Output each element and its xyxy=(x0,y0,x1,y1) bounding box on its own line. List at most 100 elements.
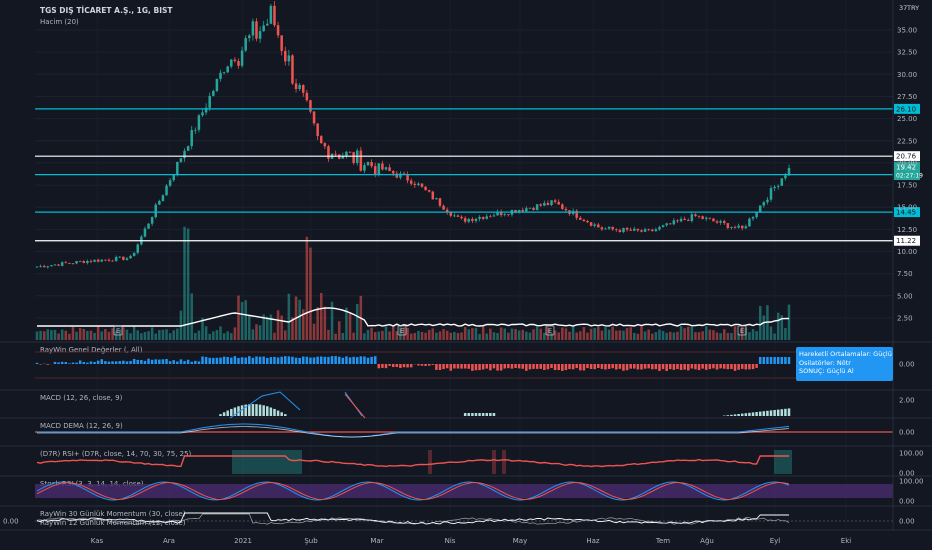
candle-body xyxy=(521,210,525,212)
raywin-bar xyxy=(345,356,348,364)
raywin-bar xyxy=(449,364,453,371)
candle-body xyxy=(96,259,100,262)
candle-body xyxy=(366,162,370,166)
volume-bar xyxy=(251,329,255,340)
candle-body xyxy=(640,230,643,232)
time-tick-label: Şub xyxy=(304,537,318,545)
volume-bar xyxy=(132,326,136,340)
raywin-bar xyxy=(669,364,672,370)
volume-bar xyxy=(309,247,312,340)
candle-body xyxy=(39,265,42,267)
raywin-bar xyxy=(564,364,568,371)
raywin-bar xyxy=(543,364,546,371)
macd-bar xyxy=(226,410,229,416)
volume-bar xyxy=(661,330,665,340)
candle-body xyxy=(485,216,489,219)
candle-body xyxy=(384,167,388,170)
volume-bar xyxy=(78,328,82,340)
raywin-bar xyxy=(769,357,773,364)
volume-bar xyxy=(237,295,240,340)
raywin-bar xyxy=(730,364,733,369)
raywin-bar xyxy=(697,364,701,371)
candle-body xyxy=(104,259,107,261)
candle-body xyxy=(435,198,438,200)
volume-bar xyxy=(377,331,381,340)
candle-body xyxy=(71,263,75,265)
raywin-bar xyxy=(748,364,751,370)
candle-body xyxy=(701,216,704,219)
raywin-bar xyxy=(204,356,208,364)
macd-bar xyxy=(478,413,481,416)
candle-body xyxy=(348,151,352,153)
raywin-bar xyxy=(341,357,345,364)
volume-bar xyxy=(341,332,345,340)
raywin-bar xyxy=(510,364,514,369)
currency-label: TRY xyxy=(906,4,919,12)
volume-bar xyxy=(712,330,715,340)
raywin-bar xyxy=(161,359,165,364)
volume-bar xyxy=(86,330,89,340)
volume-bar xyxy=(111,328,114,340)
volume-bar xyxy=(604,327,607,340)
volume-bar xyxy=(690,326,694,340)
volume-bar xyxy=(625,328,629,340)
volume-bar xyxy=(204,326,208,340)
volume-bar xyxy=(758,306,762,340)
candle-body xyxy=(532,207,535,210)
raywin-bar xyxy=(78,360,82,364)
volume-bar xyxy=(183,226,186,340)
volume-bar xyxy=(658,329,661,340)
raywin-bar xyxy=(607,364,611,369)
rsi-oversold-marker xyxy=(428,450,432,474)
raywin-bar xyxy=(309,357,312,364)
macd-bar xyxy=(471,413,474,416)
candle-body xyxy=(114,257,118,261)
candle-body xyxy=(266,23,269,26)
macd-bar xyxy=(262,405,265,416)
volume-bar xyxy=(319,293,323,340)
candle-body xyxy=(758,205,762,213)
time-tick-label: Eki xyxy=(841,537,851,545)
candle-body xyxy=(64,262,68,264)
candle-body xyxy=(93,259,96,262)
macd-bar xyxy=(751,412,755,416)
volume-bar xyxy=(284,330,287,340)
macd-bar xyxy=(762,411,766,416)
time-tick-label: Kas xyxy=(91,537,104,545)
volume-bar xyxy=(219,326,222,340)
signal-moving-averages: Hareketli Ortalamalar: Güçlü xyxy=(799,350,892,358)
volume-bar xyxy=(456,332,460,340)
raywin-bar xyxy=(327,356,330,364)
raywin-bar xyxy=(244,357,247,364)
indicator-panes: RayWin Genel Değerler (, All) 0.00 MACD (1… xyxy=(0,341,932,527)
candle-body xyxy=(543,203,546,206)
time-tick-label: 2021 xyxy=(234,537,252,545)
volume-bar xyxy=(654,332,658,340)
raywin-bar xyxy=(456,364,460,369)
raywin-bar xyxy=(625,364,629,371)
raywin-bar xyxy=(294,357,298,364)
pane-title: RayWin 30 Günlük Momentum (30, close) xyxy=(40,510,186,518)
volume-bar xyxy=(93,332,96,340)
candle-body xyxy=(118,256,122,258)
volume-bar xyxy=(129,333,132,340)
raywin-bar xyxy=(219,357,222,364)
candle-body xyxy=(715,221,719,223)
volume-bar xyxy=(352,332,355,340)
macd-bar xyxy=(481,413,485,416)
volume-bar xyxy=(71,327,75,340)
price-tick-label: 25.00 xyxy=(897,115,917,123)
raywin-bar xyxy=(348,357,352,364)
volume-bar xyxy=(168,333,172,340)
raywin-bar xyxy=(118,361,122,364)
candle-body xyxy=(57,264,60,266)
pane-tick-label: 0.00 xyxy=(899,498,915,506)
volume-bar xyxy=(438,331,442,340)
candle-body xyxy=(618,230,622,233)
rsi-oversold-marker xyxy=(502,450,506,474)
macd-bar xyxy=(463,413,467,416)
candle-body xyxy=(449,212,453,216)
earnings-marker-label: E xyxy=(548,327,552,335)
candle-body xyxy=(438,198,442,206)
raywin-bar xyxy=(528,364,532,370)
